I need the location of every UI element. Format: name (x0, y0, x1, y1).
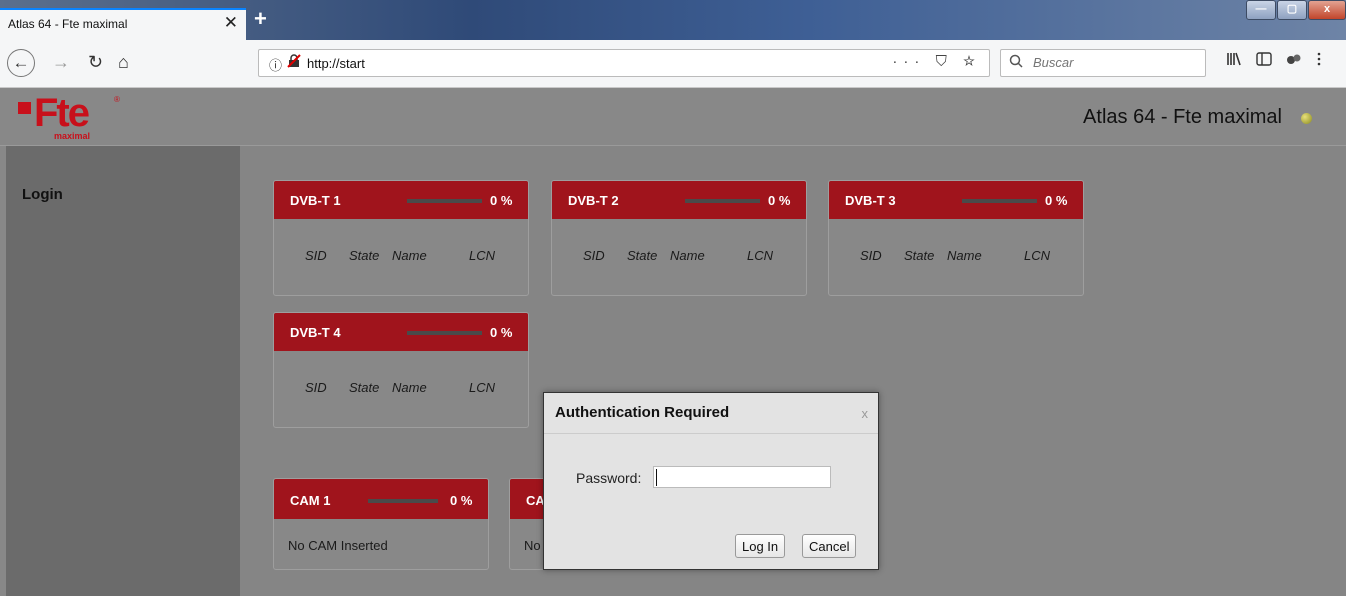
dialog-title: Authentication Required (555, 404, 730, 421)
password-label: Password: (576, 470, 642, 486)
cam-card-header: CAM 1 0 % (274, 479, 488, 519)
insecure-lock-icon[interactable] (287, 54, 301, 71)
tuner-name: DVB-T 3 (845, 193, 896, 208)
cam-name: CAM 1 (290, 493, 331, 508)
signal-percent: 0 % (768, 193, 791, 208)
library-icon[interactable] (1226, 52, 1242, 70)
tab-close-icon[interactable]: ✕ (224, 13, 238, 33)
col-state: State (627, 248, 658, 263)
signal-bar (407, 331, 482, 335)
page-actions-icons[interactable]: ··· ⛉ ☆ (892, 53, 981, 70)
password-field[interactable] (653, 466, 831, 488)
logo-square (18, 102, 31, 114)
col-state: State (349, 380, 380, 395)
col-sid: SID (305, 380, 327, 395)
status-indicator-icon (1301, 113, 1312, 124)
tuner-name: DVB-T 2 (568, 193, 619, 208)
cam-card: CAM 1 0 % No CAM Inserted (273, 478, 489, 570)
col-lcn: LCN (469, 248, 496, 263)
tuner-card: DVB-T 3 0 % SID State Name LCN (828, 180, 1084, 296)
extension-icon[interactable] (1286, 52, 1302, 70)
cam-percent: 0 % (450, 493, 473, 508)
col-name: Name (947, 248, 982, 263)
page-title: Atlas 64 - Fte maximal (1083, 106, 1282, 128)
info-icon[interactable]: ⓘ (269, 55, 282, 74)
cam-message: No (524, 538, 541, 553)
search-icon (1009, 54, 1023, 72)
tuner-card: DVB-T 1 0 % SID State Name LCN (273, 180, 529, 296)
signal-bar (407, 199, 482, 203)
logo-sub: maximal (54, 131, 91, 141)
new-tab-button[interactable]: + (254, 6, 267, 32)
minimize-button[interactable]: — (1246, 0, 1276, 20)
col-lcn: LCN (747, 248, 774, 263)
browser-tab[interactable]: Atlas 64 - Fte maximal ✕ (0, 8, 246, 40)
tuner-card-header: DVB-T 4 0 % (274, 313, 528, 351)
toolbar-icons (1226, 52, 1322, 70)
tuner-card: DVB-T 4 0 % SID State Name LCN (273, 312, 529, 428)
col-name: Name (392, 248, 427, 263)
col-state: State (904, 248, 935, 263)
browser-nav-bar: ← → ↻ ⌂ ⓘ http://start ··· ⛉ ☆ (0, 40, 1346, 88)
browser-tab-bar: Atlas 64 - Fte maximal ✕ + — ▢ x (0, 0, 1346, 40)
col-name: Name (670, 248, 705, 263)
search-bar[interactable] (1000, 49, 1206, 77)
auth-dialog: Authentication Required x Password: Log … (543, 392, 879, 570)
cancel-button[interactable]: Cancel (802, 534, 857, 558)
page-header: Fte ® maximal Atlas 64 - Fte maximal (0, 88, 1346, 146)
sidebar: Login (6, 146, 240, 596)
back-icon[interactable]: ← (7, 49, 35, 77)
url-text: http://start (307, 56, 365, 71)
close-icon[interactable]: x (862, 406, 869, 421)
reload-icon[interactable]: ↻ (88, 52, 103, 73)
close-window-button[interactable]: x (1308, 0, 1346, 20)
col-lcn: LCN (469, 380, 496, 395)
col-sid: SID (305, 248, 327, 263)
sidebar-item-login[interactable]: Login (22, 186, 63, 203)
col-lcn: LCN (1024, 248, 1051, 263)
login-button[interactable]: Log In (735, 534, 786, 558)
menu-icon[interactable] (1316, 52, 1322, 70)
signal-percent: 0 % (490, 325, 513, 340)
tuner-card-header: DVB-T 3 0 % (829, 181, 1083, 219)
col-name: Name (392, 380, 427, 395)
signal-percent: 0 % (490, 193, 513, 208)
signal-percent: 0 % (1045, 193, 1068, 208)
cam-name: CA (526, 493, 545, 508)
home-icon[interactable]: ⌂ (118, 52, 129, 73)
tab-title: Atlas 64 - Fte maximal (8, 17, 128, 31)
maximize-button[interactable]: ▢ (1277, 0, 1307, 20)
window-controls: — ▢ x (1245, 0, 1346, 20)
search-input[interactable] (1031, 54, 1203, 71)
fte-logo: Fte ® maximal (18, 91, 128, 143)
logo-brand: Fte (34, 91, 90, 135)
dialog-header: Authentication Required x (544, 393, 878, 434)
tuner-card-header: DVB-T 1 0 % (274, 181, 528, 219)
cam-message: No CAM Inserted (288, 538, 388, 553)
sidebar-icon[interactable] (1256, 52, 1272, 70)
cam-bar (368, 499, 438, 503)
col-sid: SID (860, 248, 882, 263)
address-bar[interactable]: ⓘ http://start ··· ⛉ ☆ (258, 49, 990, 77)
signal-bar (685, 199, 760, 203)
tuner-name: DVB-T 1 (290, 193, 341, 208)
tuner-name: DVB-T 4 (290, 325, 341, 340)
col-sid: SID (583, 248, 605, 263)
tuner-card-header: DVB-T 2 0 % (552, 181, 806, 219)
logo-registered: ® (114, 95, 120, 104)
col-state: State (349, 248, 380, 263)
signal-bar (962, 199, 1037, 203)
forward-icon[interactable]: → (52, 52, 70, 73)
tuner-card: DVB-T 2 0 % SID State Name LCN (551, 180, 807, 296)
text-caret (656, 469, 657, 486)
